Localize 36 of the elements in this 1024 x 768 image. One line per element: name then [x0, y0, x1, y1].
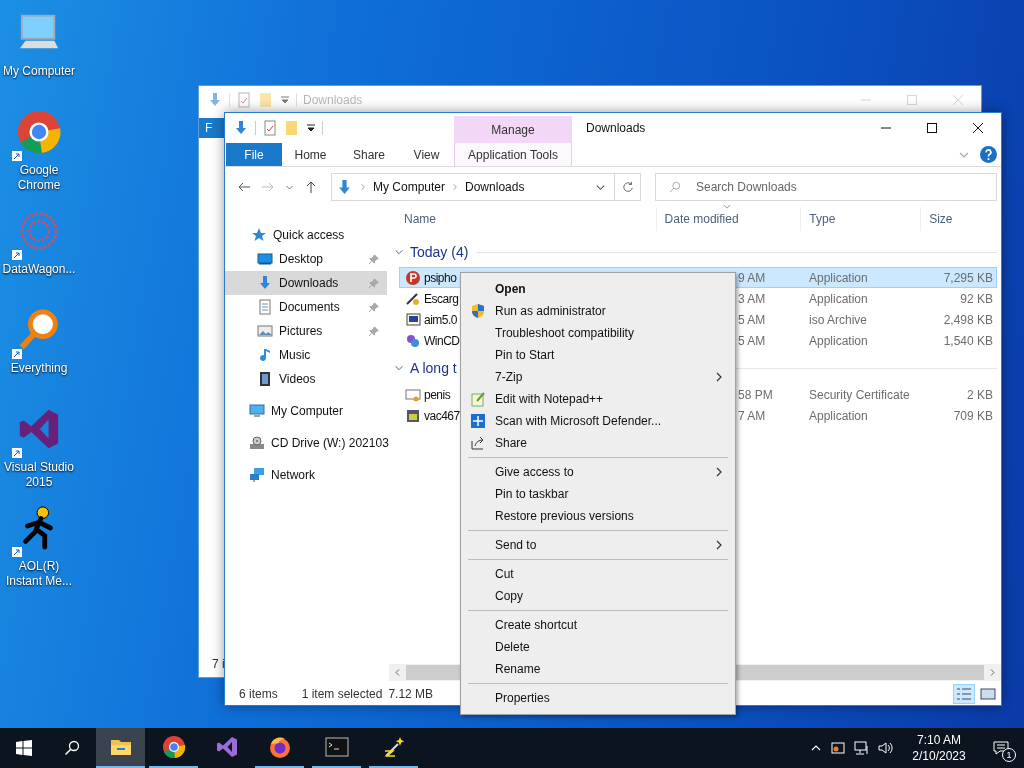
size-cell-text: 2 KB — [966, 386, 994, 404]
item-count: 6 items — [239, 686, 278, 703]
column-label: Size — [928, 211, 953, 228]
type-cell-text: Application — [808, 269, 869, 287]
file-name: WinCD — [424, 332, 460, 350]
selection-status: 1 item selected — [301, 686, 383, 703]
date-cell-text: 5 AM — [737, 311, 767, 329]
window-title: Downloads — [586, 120, 647, 137]
type-cell-text: Application — [808, 407, 869, 425]
date-cell-text: 58 PM — [737, 386, 774, 404]
status-text: 7 i — [212, 656, 225, 673]
file-name: penis — [424, 386, 451, 404]
window-title: Downloads — [303, 91, 364, 109]
date-cell-text: 3 AM — [737, 290, 767, 308]
date-cell-text: 5 AM — [737, 332, 767, 350]
size-cell-text: 1,540 KB — [942, 332, 994, 350]
column-label: Type — [808, 211, 836, 228]
date-cell-text: 9 AM — [737, 269, 767, 287]
selection-size: 7.12 MB — [388, 686, 434, 703]
clock-time: 7:10 AM — [917, 732, 961, 748]
type-cell-text: Security Certificate — [808, 386, 911, 404]
size-cell-text: 92 KB — [959, 290, 994, 308]
notification-count: 1 — [1002, 748, 1016, 762]
column-label: Date modified — [663, 211, 739, 228]
size-cell-text: 709 KB — [952, 407, 994, 425]
column-label: Name — [403, 211, 436, 228]
file-name: Escarg — [424, 290, 459, 308]
size-cell-text: 7,295 KB — [942, 269, 994, 287]
type-cell-text: iso Archive — [808, 311, 869, 329]
file-name: psipho — [424, 269, 457, 287]
type-cell-text: Application — [808, 332, 869, 350]
type-cell-text: Application — [808, 290, 869, 308]
file-name: vac467 — [424, 407, 460, 425]
size-cell-text: 2,498 KB — [942, 311, 994, 329]
clock-date: 2/10/2023 — [912, 748, 966, 764]
file-name: aim5.0 — [424, 311, 458, 329]
